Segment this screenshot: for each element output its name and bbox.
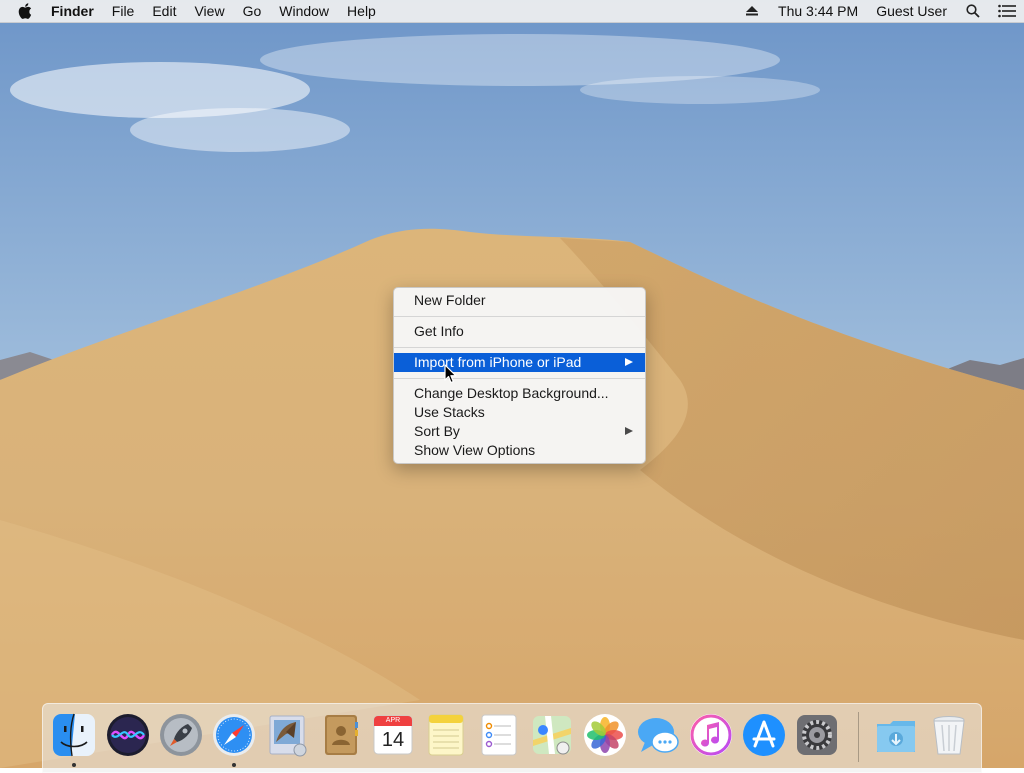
downloads-folder-icon[interactable] <box>873 712 919 758</box>
menu-item-label: Get Info <box>414 323 464 339</box>
menu-item-use-stacks[interactable]: Use Stacks <box>394 403 645 422</box>
menu-separator <box>394 316 645 317</box>
menu-go[interactable]: Go <box>234 0 271 22</box>
menu-edit[interactable]: Edit <box>143 0 185 22</box>
notification-center-icon[interactable] <box>996 0 1018 22</box>
menu-item-new-folder[interactable]: New Folder <box>394 291 645 310</box>
calendar-day: 14 <box>381 729 405 751</box>
menu-item-show-view-options[interactable]: Show View Options <box>394 441 645 460</box>
menu-separator <box>394 378 645 379</box>
maps-icon[interactable] <box>529 712 575 758</box>
itunes-icon[interactable] <box>688 712 734 758</box>
submenu-arrow-icon <box>625 427 633 435</box>
mail-icon[interactable] <box>264 712 310 758</box>
contacts-icon[interactable] <box>317 712 363 758</box>
menu-item-label: Change Desktop Background... <box>414 385 609 401</box>
messages-icon[interactable] <box>635 712 681 758</box>
menu-view[interactable]: View <box>185 0 233 22</box>
system-preferences-icon[interactable] <box>794 712 840 758</box>
photos-icon[interactable] <box>582 712 628 758</box>
launchpad-icon[interactable] <box>158 712 204 758</box>
app-menu-finder[interactable]: Finder <box>42 0 103 22</box>
calendar-icon[interactable]: APR 14 <box>370 712 416 758</box>
trash-icon[interactable] <box>926 712 972 758</box>
dock-separator <box>858 712 859 762</box>
safari-running-indicator <box>232 763 236 767</box>
menu-item-label: Show View Options <box>414 442 536 458</box>
dock: APR 14 <box>42 703 982 773</box>
finder-running-indicator <box>72 763 76 767</box>
menu-separator <box>394 347 645 348</box>
menu-item-sort-by[interactable]: Sort By <box>394 422 645 441</box>
menu-item-change-desktop-background[interactable]: Change Desktop Background... <box>394 384 645 403</box>
user-switcher[interactable]: Guest User <box>867 0 956 22</box>
notes-icon[interactable] <box>423 712 469 758</box>
menu-item-label: Sort By <box>414 423 460 439</box>
menu-item-get-info[interactable]: Get Info <box>394 322 645 341</box>
mouse-cursor-icon <box>444 364 457 384</box>
finder-icon[interactable] <box>51 712 97 758</box>
menubar-clock[interactable]: Thu 3:44 PM <box>769 0 867 22</box>
menu-item-import-from-iphone[interactable]: Import from iPhone or iPad <box>394 353 645 372</box>
app-store-icon[interactable] <box>741 712 787 758</box>
reminders-icon[interactable] <box>476 712 522 758</box>
menu-help[interactable]: Help <box>338 0 385 22</box>
calendar-month: APR <box>385 717 401 724</box>
desktop-context-menu: New Folder Get Info Import from iPhone o… <box>393 287 646 464</box>
menu-item-label: Use Stacks <box>414 404 485 420</box>
eject-icon[interactable] <box>741 0 763 22</box>
safari-icon[interactable] <box>211 712 257 758</box>
menu-window[interactable]: Window <box>270 0 338 22</box>
apple-menu-icon[interactable] <box>0 3 42 19</box>
menu-item-label: Import from iPhone or iPad <box>414 354 582 370</box>
spotlight-search-icon[interactable] <box>962 0 984 22</box>
siri-icon[interactable] <box>105 712 151 758</box>
menu-item-label: New Folder <box>414 292 486 308</box>
submenu-arrow-icon <box>625 358 633 366</box>
menu-file[interactable]: File <box>103 0 144 22</box>
menu-bar: Finder File Edit View Go Window Help Thu… <box>0 0 1024 23</box>
